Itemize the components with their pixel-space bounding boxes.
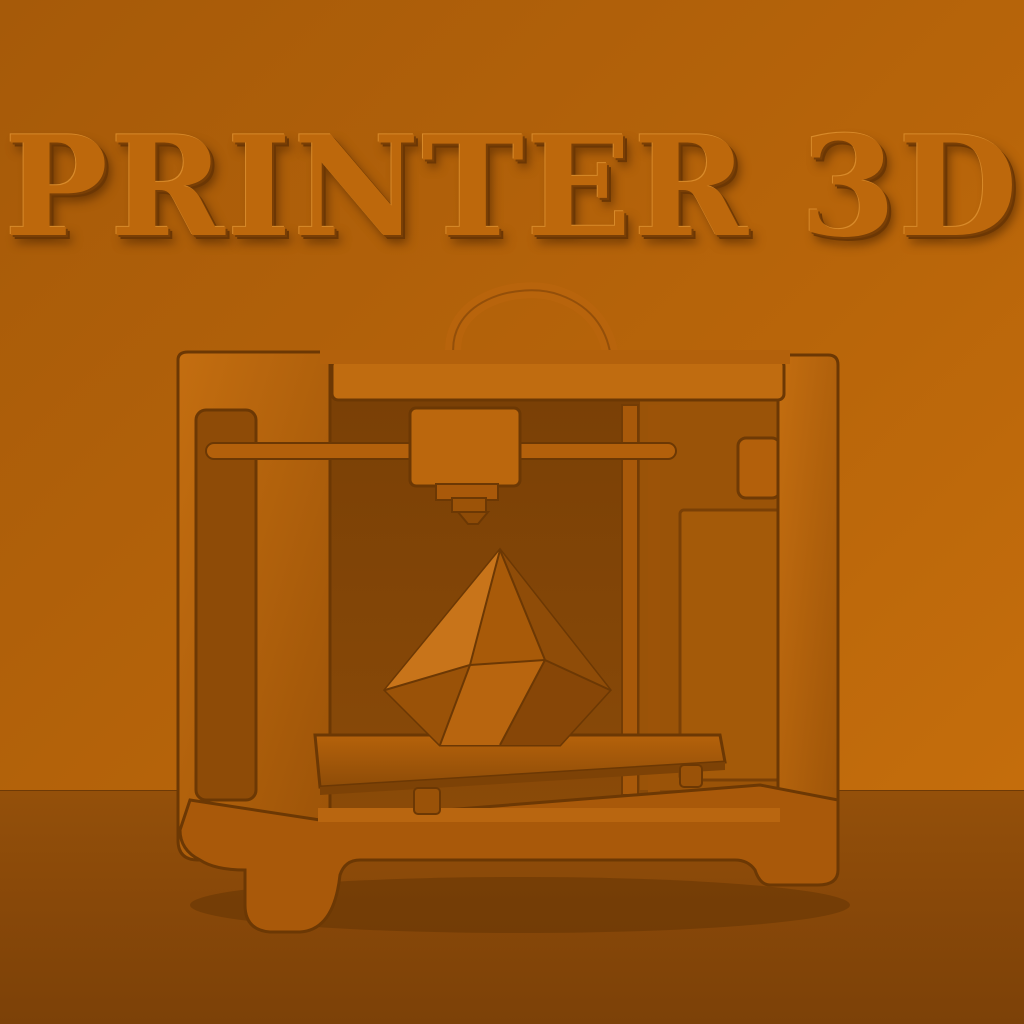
plate-leg — [413, 787, 441, 815]
3d-printer-icon — [176, 282, 850, 934]
scene: PRINTER 3D — [0, 0, 1024, 1024]
left-window — [194, 408, 258, 802]
print-head-icon — [408, 406, 522, 488]
plate-leg — [679, 764, 703, 788]
top-bar — [330, 358, 786, 402]
control-knob — [736, 436, 782, 500]
